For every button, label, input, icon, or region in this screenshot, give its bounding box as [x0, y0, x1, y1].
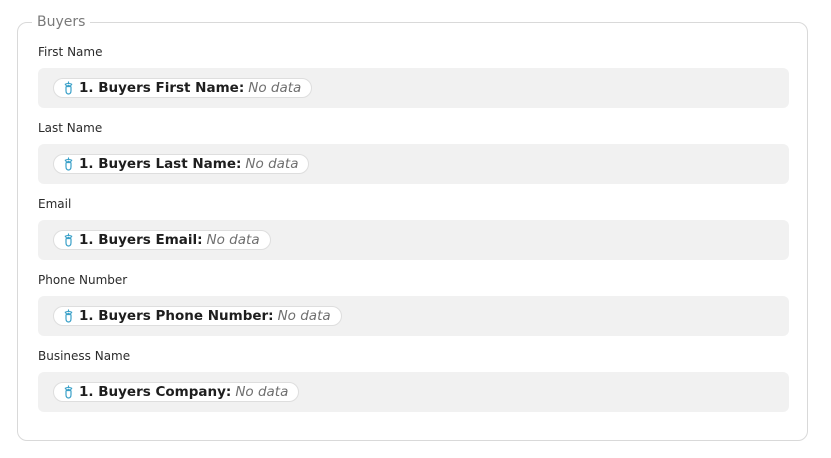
- step-trigger-icon: [63, 233, 74, 247]
- field-last-name: Last Name 1. Buyers Last Name: No data: [38, 121, 789, 184]
- token-colon: :: [197, 232, 203, 248]
- business-name-input[interactable]: 1. Buyers Company: No data: [38, 372, 789, 412]
- token-value: No data: [245, 156, 299, 172]
- token-colon: :: [268, 308, 274, 324]
- token-name: 1. Buyers Company: [79, 384, 226, 400]
- step-trigger-icon: [63, 309, 74, 323]
- field-label: Email: [38, 197, 72, 211]
- token-name: 1. Buyers Phone Number: [79, 308, 269, 324]
- step-trigger-icon: [63, 157, 74, 171]
- first-name-input[interactable]: 1. Buyers First Name: No data: [38, 68, 789, 108]
- token-name: 1. Buyers First Name: [79, 80, 239, 96]
- mapped-token-pill[interactable]: 1. Buyers Last Name: No data: [53, 154, 310, 174]
- field-business-name: Business Name 1. Buyers Company: No data: [38, 349, 789, 412]
- field-phone-number: Phone Number 1. Buyers Phone Number: No …: [38, 273, 789, 336]
- section-legend: Buyers: [32, 14, 91, 31]
- field-first-name: First Name 1. Buyers First Name: No data: [38, 45, 789, 108]
- token-value: No data: [248, 80, 302, 96]
- field-label: Phone Number: [38, 273, 128, 287]
- mapped-token-pill[interactable]: 1. Buyers Company: No data: [53, 382, 300, 402]
- field-email: Email 1. Buyers Email: No data: [38, 197, 789, 260]
- token-colon: :: [225, 384, 232, 400]
- phone-number-input[interactable]: 1. Buyers Phone Number: No data: [38, 296, 789, 336]
- field-label: Last Name: [38, 121, 103, 135]
- step-trigger-icon: [63, 81, 74, 95]
- token-value: No data: [277, 308, 331, 324]
- buyers-section: Buyers First Name 1. Buyers First Name: …: [17, 14, 808, 441]
- mapped-token-pill[interactable]: 1. Buyers Email: No data: [53, 230, 271, 250]
- mapped-token-pill[interactable]: 1. Buyers Phone Number: No data: [53, 306, 342, 326]
- mapped-token-pill[interactable]: 1. Buyers First Name: No data: [53, 78, 313, 98]
- step-trigger-icon: [63, 385, 74, 399]
- field-label: Business Name: [38, 349, 131, 363]
- token-colon: :: [238, 80, 245, 96]
- email-input[interactable]: 1. Buyers Email: No data: [38, 220, 789, 260]
- token-value: No data: [235, 384, 289, 400]
- field-label: First Name: [38, 45, 103, 59]
- last-name-input[interactable]: 1. Buyers Last Name: No data: [38, 144, 789, 184]
- token-colon: :: [236, 156, 242, 172]
- token-name: 1. Buyers Email: [79, 232, 198, 248]
- token-value: No data: [206, 232, 260, 248]
- token-name: 1. Buyers Last Name: [79, 156, 237, 172]
